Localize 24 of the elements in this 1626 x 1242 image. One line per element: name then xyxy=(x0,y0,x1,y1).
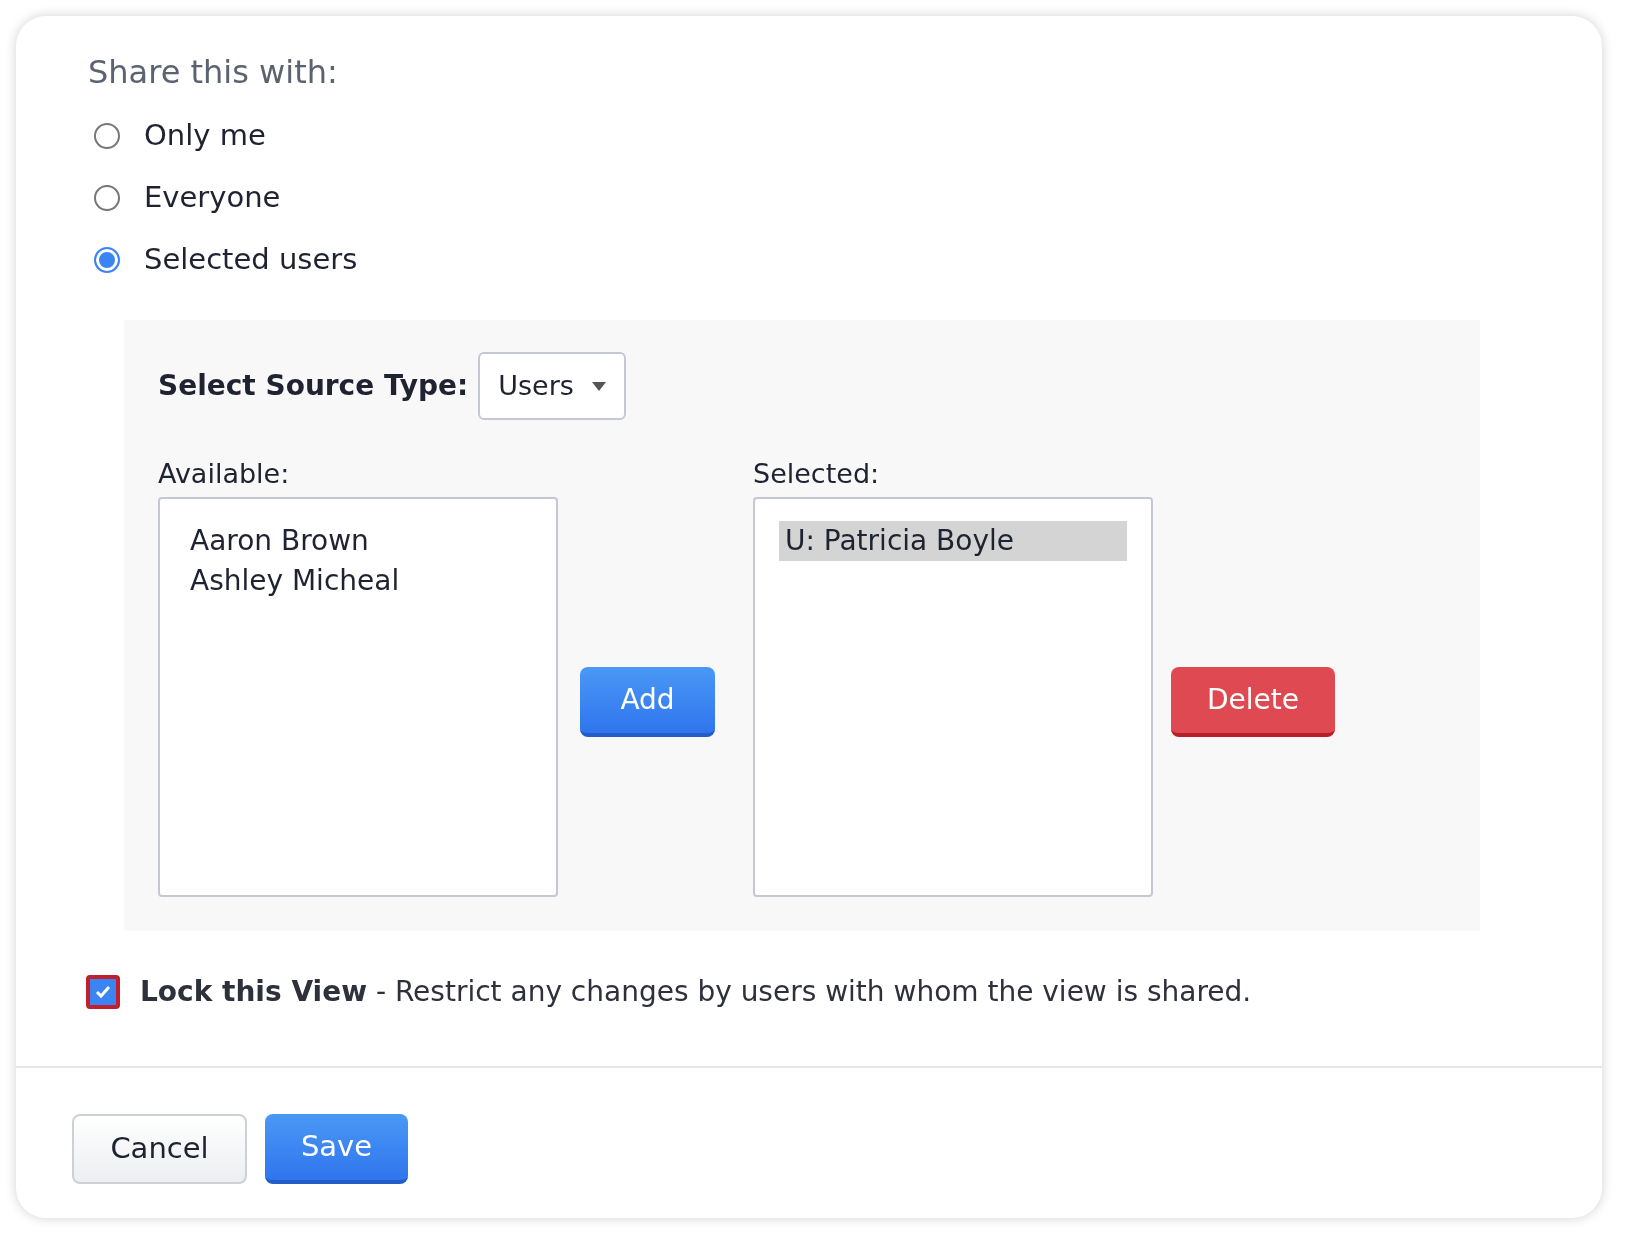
checkbox[interactable] xyxy=(86,974,120,1009)
check-icon xyxy=(95,984,111,999)
list-label: Available: xyxy=(158,457,291,491)
available-listbox[interactable]: Aaron Brown Ashley Micheal xyxy=(158,496,558,897)
selected-listbox[interactable]: U: Patricia Boyle xyxy=(753,496,1153,897)
cancel-button[interactable]: Cancel xyxy=(72,1114,247,1184)
field-label: Select Source Type: xyxy=(158,368,469,404)
list-option[interactable]: U: Patricia Boyle xyxy=(779,520,1127,561)
list-label: Selected: xyxy=(753,457,881,491)
radio-button[interactable] xyxy=(94,247,120,273)
source-type-dropdown[interactable]: Users xyxy=(478,352,627,420)
radio-button[interactable] xyxy=(94,185,120,211)
radio-label[interactable]: Everyone xyxy=(144,176,281,220)
radio-button[interactable] xyxy=(94,123,120,149)
delete-button[interactable]: Delete xyxy=(1171,667,1335,738)
save-button[interactable]: Save xyxy=(265,1114,408,1184)
list-option[interactable]: Aaron Brown xyxy=(184,520,532,561)
lock-description: Lock this View - Restrict any changes by users with whom the view is shared. xyxy=(140,973,1252,1010)
add-button[interactable]: Add xyxy=(580,667,715,738)
section-title: Share this with: xyxy=(88,52,339,93)
list-option[interactable]: Ashley Micheal xyxy=(184,560,532,601)
radio-label[interactable]: Selected users xyxy=(144,238,358,282)
radio-label[interactable]: Only me xyxy=(144,114,266,158)
caret-icon xyxy=(592,381,607,391)
